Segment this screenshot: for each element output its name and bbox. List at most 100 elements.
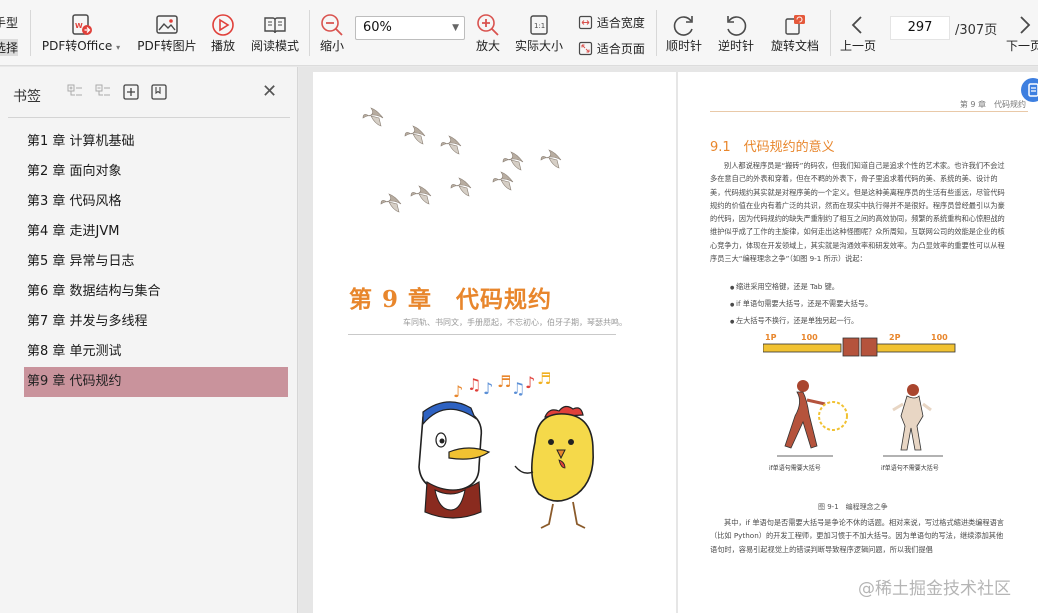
actual-size-button[interactable]: 1:1 实际大小 [512,13,566,54]
watermark-text: @稀土掘金技术社区 [858,579,1011,599]
bookmark-item[interactable]: 第9 章 代码规约 [24,367,288,397]
fit-width-button[interactable]: 适合宽度 [578,14,650,32]
divider [8,117,290,118]
current-page-value: 297 [907,20,933,35]
toolbar-divider [830,10,831,56]
chevron-right-icon [1020,16,1031,34]
chevron-left-icon [851,16,862,34]
chapter-divider [348,334,616,335]
assistant-icon [1028,83,1038,97]
chapter-title: 第 9 章 代码规约 [349,286,553,313]
fighter-left-caption: if单语句需要大括号 [769,464,821,472]
rotate-counterclockwise-button[interactable]: 逆时针 [714,13,758,54]
rotate-counterclockwise-label: 逆时针 [717,39,754,53]
hand-tool-button[interactable]: 手型 [0,14,18,31]
collapse-all-icon[interactable] [94,83,112,101]
select-tool-button[interactable]: 选择 [0,39,18,56]
duck-character [418,401,491,519]
bookmark-panel: 书签 ✕ 第1 章 计算机基础 第2 章 面向对象 第3 章 代码风格 第4 章 走进… [0,67,298,613]
svg-text:♪: ♪ [483,379,493,398]
pdf-to-office-text: PDF转Office [41,39,113,53]
bullet-item: ● if 单语句需要大括号，还是不需要大括号。 [730,296,872,313]
fit-width-icon [578,15,593,30]
player1-score: 100 [801,333,818,342]
play-button[interactable]: 播放 [204,13,242,54]
pdf-page-left: ♪ ♫ ♪ ♬ ♫ ♪ ♬ 第 9 章 代码规约 车同轨、书同文，手册愿起，不忘… [313,72,676,613]
bookmark-item[interactable]: 第8 章 单元测试 [24,337,288,367]
pdf-to-office-label: PDF转Office ▾ [40,37,122,54]
zoom-level-select[interactable]: 60% ▼ [355,16,465,40]
bullet-list: ● 缩进采用空格键，还是 Tab 键。 ● if 单语句需要大括号，还是不需要大括… [730,279,872,330]
close-icon[interactable]: ✕ [262,83,277,101]
bookmark-item[interactable]: 第4 章 走进JVM [24,217,288,247]
previous-page-button[interactable]: 上一页 [836,13,880,54]
fighter-right [883,384,943,457]
bookmark-item[interactable]: 第3 章 代码风格 [24,187,288,217]
document-viewport[interactable]: ♪ ♫ ♪ ♬ ♫ ♪ ♬ 第 9 章 代码规约 车同轨、书同文，手册愿起，不忘… [299,67,1038,613]
bullet-item: ● 缩进采用空格键，还是 Tab 键。 [730,279,872,296]
toolbar-divider [656,10,657,56]
player2-portrait [860,337,878,357]
fit-page-icon [578,41,593,56]
zoom-in-button[interactable]: 放大 [472,13,504,54]
bookmark-item[interactable]: 第6 章 数据结构与集合 [24,277,288,307]
rotate-document-icon [785,15,805,35]
svg-text:♫: ♫ [467,375,481,394]
music-notes-illustration: ♪ ♫ ♪ ♬ ♫ ♪ ♬ [453,369,551,401]
toolbar-divider [309,10,310,56]
actual-size-icon: 1:1 [530,15,548,35]
zoom-out-button[interactable]: 缩小 [315,13,349,54]
player1-portrait [842,337,860,357]
body-paragraph: 别人都说程序员是“搬砖”的码农，但我们知道自己是追求个性的艺术家。也许我们不会过… [710,161,1005,264]
next-page-button[interactable]: 下一页 [1002,13,1038,54]
rotate-document-label: 旋转文档 [770,39,819,53]
figure-fighting-game: 1P 100 2P 100 if单语句需要大括号 if单语句不需要大括号 [763,333,956,472]
zoom-in-icon [477,14,499,36]
svg-text:W: W [75,22,83,30]
read-mode-label: 阅读模式 [250,39,299,53]
running-header: 第 9 章 代码规约 [959,100,1026,109]
expand-all-icon[interactable] [66,83,84,101]
floating-assistant-button[interactable] [1021,78,1038,102]
header-divider [710,111,1028,112]
player2-label: 2P [889,333,901,342]
geese-illustration [362,107,562,213]
svg-text:♪: ♪ [453,382,463,401]
fit-width-label: 适合宽度 [596,16,645,30]
fit-page-label: 适合页面 [596,42,645,56]
read-mode-button[interactable]: 阅读模式 [248,13,302,54]
bookmark-item[interactable]: 第1 章 计算机基础 [24,127,288,157]
select-tool-label: 选择 [0,39,18,56]
rotate-clockwise-button[interactable]: 顺时针 [662,13,706,54]
pdf-reader-window: 手型 选择 W PDF转Office ▾ PDF转图片 播放 阅读模式 缩小 6… [0,0,1038,613]
fit-page-button[interactable]: 适合页面 [578,40,650,58]
hand-tool-label: 手型 [0,16,19,30]
pdf-to-office-button[interactable]: W PDF转Office ▾ [40,13,122,54]
bookmark-list: 第1 章 计算机基础 第2 章 面向对象 第3 章 代码风格 第4 章 走进JVM 第5… [24,127,288,397]
bookmark-manage-icon[interactable] [150,83,168,101]
next-page-label: 下一页 [1005,39,1038,53]
page-number-input[interactable]: 297 [890,16,950,40]
pdf-to-image-label: PDF转图片 [137,39,197,53]
bookmark-item[interactable]: 第7 章 并发与多线程 [24,307,288,337]
chicken-character [514,405,594,529]
add-bookmark-icon[interactable] [122,83,140,101]
player1-health-bar [763,343,842,353]
bullet-text: if 单语句需要大括号，还是不需要大括号。 [735,299,873,308]
toolbar-divider [30,10,31,56]
pdf-to-image-button[interactable]: PDF转图片 [136,13,198,54]
fighter-left [777,380,848,457]
svg-text:♬: ♬ [497,372,511,391]
player2-health-bar [874,343,956,353]
svg-text:♪: ♪ [525,373,535,392]
body-paragraph-2: 其中，if 单语句是否需要大括号是争论不休的话题。相对来说，写过格式缩进类编程语… [710,518,1004,554]
bookmark-item[interactable]: 第2 章 面向对象 [24,157,288,187]
svg-text:1:1: 1:1 [534,22,545,30]
rotate-clockwise-label: 顺时针 [665,39,702,53]
chevron-down-icon: ▼ [452,23,459,33]
bookmark-item[interactable]: 第5 章 异常与日志 [24,247,288,277]
bookmark-panel-title: 书签 [13,89,41,105]
figure-caption: 图 9-1 编程理念之争 [818,503,888,511]
rotate-document-button[interactable]: 旋转文档 [766,13,824,54]
pdf-to-office-icon: W [72,14,92,35]
